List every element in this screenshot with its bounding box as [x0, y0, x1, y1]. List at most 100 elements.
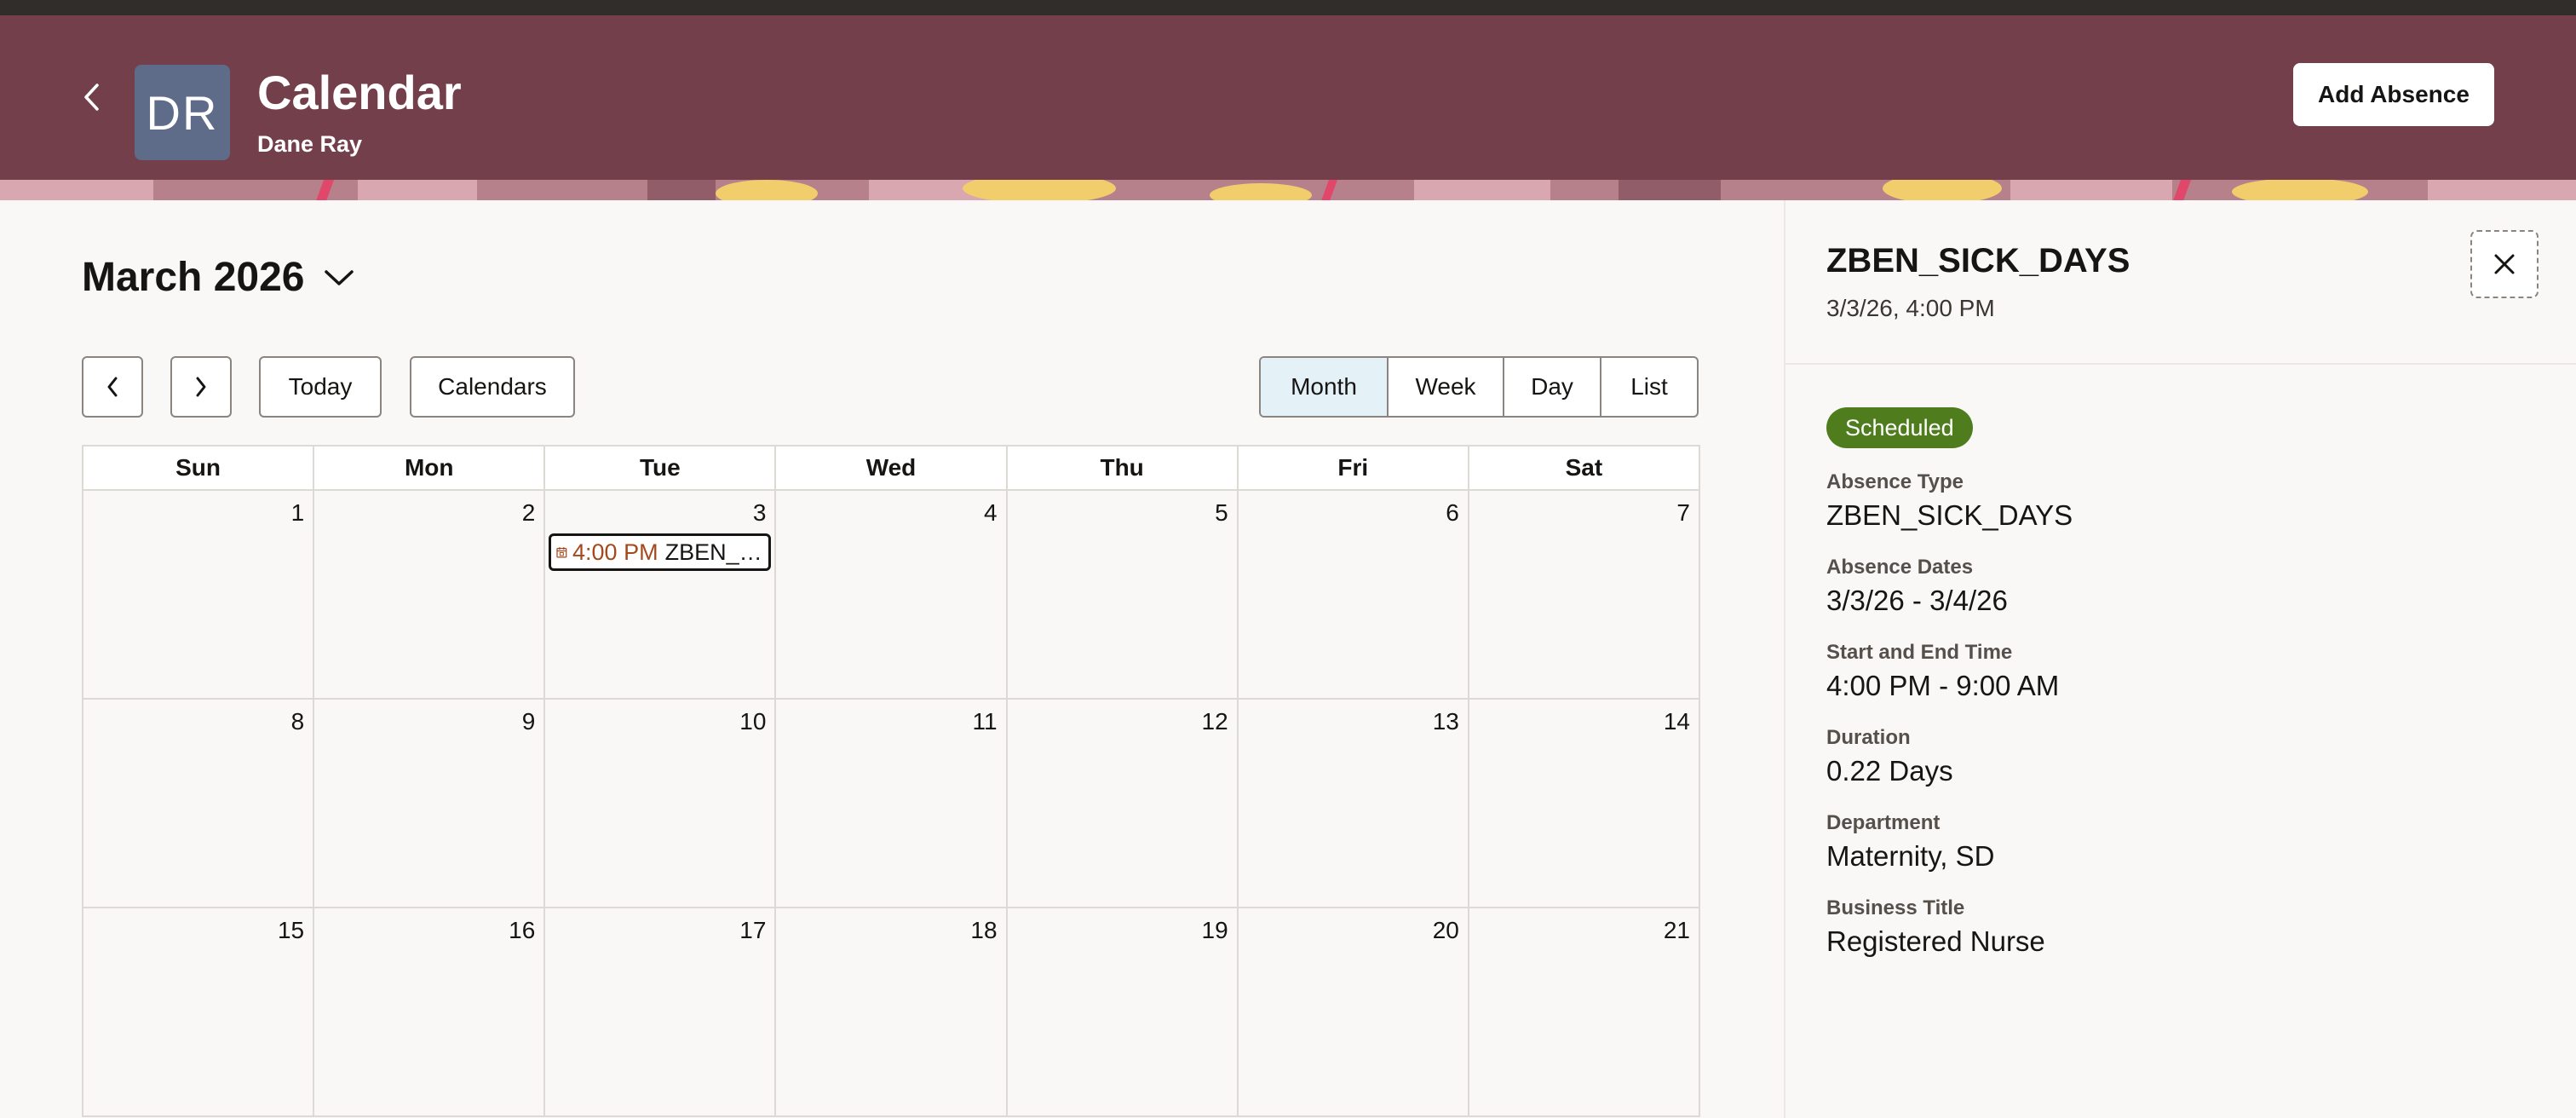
field-label: Absence Type [1826, 470, 1964, 493]
day-cell[interactable]: 2 [314, 491, 546, 700]
chevron-right-icon [196, 377, 206, 397]
top-strip [0, 0, 2576, 15]
day-cell[interactable]: 8 [83, 700, 315, 908]
today-button[interactable]: Today [259, 356, 382, 418]
day-cell[interactable]: 15 [83, 908, 315, 1117]
day-cell[interactable]: 12 [1007, 700, 1239, 908]
day-cell[interactable]: 9 [314, 700, 546, 908]
status-badge: Scheduled [1826, 407, 1973, 448]
day-cell[interactable]: 16 [314, 908, 546, 1117]
chevron-left-icon [84, 84, 99, 111]
next-month-button[interactable] [170, 356, 232, 418]
absence-type-field: Absence Type ZBEN_SICK_DAYS [1826, 470, 2073, 532]
close-detail-button[interactable] [2470, 230, 2539, 298]
event-title: ZBEN_SICK_DAYS [664, 539, 764, 565]
weekday-label: Wed [776, 447, 1008, 491]
page-title: Calendar [257, 66, 462, 119]
panel-separator [1785, 363, 2576, 365]
field-value: 4:00 PM - 9:00 AM [1826, 670, 2060, 701]
calendars-button[interactable]: Calendars [410, 356, 575, 418]
chevron-left-icon [107, 377, 118, 397]
detail-title: ZBEN_SICK_DAYS [1826, 242, 2130, 280]
day-number: 17 [739, 917, 767, 943]
field-value: Registered Nurse [1826, 925, 2045, 957]
week-row: 1 2 3 4:00 PM ZBEN_SICK_DAYS 4 5 6 7 [83, 491, 1700, 700]
weekday-header: Sun Mon Tue Wed Thu Fri Sat [83, 447, 1700, 491]
month-label: March 2026 [82, 255, 305, 300]
view-month-button[interactable]: Month [1261, 358, 1389, 416]
day-number: 14 [1663, 708, 1690, 735]
view-day-button[interactable]: Day [1503, 358, 1600, 416]
day-number: 7 [1676, 499, 1690, 526]
avatar: DR [135, 65, 230, 160]
day-cell[interactable]: 7 [1469, 491, 1700, 700]
weekday-label: Sat [1469, 447, 1700, 491]
field-value: 0.22 Days [1826, 755, 1953, 787]
day-cell[interactable]: 13 [1238, 700, 1469, 908]
day-cell[interactable]: 6 [1238, 491, 1469, 700]
day-number: 16 [509, 917, 536, 943]
day-cell[interactable]: 18 [776, 908, 1008, 1117]
page-header: DR Calendar Dane Ray Add Absence [0, 15, 2576, 180]
week-row: 8 9 10 11 12 13 14 [83, 700, 1700, 908]
weekday-label: Thu [1007, 447, 1239, 491]
day-number: 11 [972, 708, 998, 735]
weekday-label: Mon [314, 447, 546, 491]
day-cell[interactable]: 19 [1007, 908, 1239, 1117]
day-cell[interactable]: 17 [545, 908, 777, 1117]
calendar-event[interactable]: 4:00 PM ZBEN_SICK_DAYS [549, 533, 772, 571]
day-number: 18 [970, 917, 998, 943]
day-number: 12 [1201, 708, 1228, 735]
business-title-field: Business Title Registered Nurse [1826, 896, 2045, 958]
month-grid: Sun Mon Tue Wed Thu Fri Sat 1 2 3 4:00 P… [82, 445, 1700, 1117]
day-number: 1 [290, 499, 305, 526]
prev-month-button[interactable] [82, 356, 143, 418]
decorative-banner [0, 180, 2576, 200]
field-label: Absence Dates [1826, 556, 1974, 579]
day-number: 15 [277, 917, 305, 943]
add-absence-button[interactable]: Add Absence [2293, 63, 2494, 126]
day-number: 6 [1446, 499, 1459, 526]
field-value: ZBEN_SICK_DAYS [1826, 499, 2073, 531]
day-number: 2 [521, 499, 536, 526]
day-cell[interactable]: 11 [776, 700, 1008, 908]
day-cell[interactable]: 10 [545, 700, 777, 908]
chevron-down-icon [324, 269, 354, 285]
department-field: Department Maternity, SD [1826, 811, 1994, 873]
field-value: Maternity, SD [1826, 840, 1995, 872]
day-cell[interactable]: 4 [776, 491, 1008, 700]
month-selector[interactable]: March 2026 [82, 254, 354, 301]
absence-dates-field: Absence Dates 3/3/26 - 3/4/26 [1826, 556, 2008, 617]
event-time: 4:00 PM [572, 539, 658, 565]
day-number: 3 [752, 499, 767, 526]
page-subtitle: Dane Ray [257, 131, 363, 157]
field-label: Duration [1826, 726, 1911, 749]
panel-divider [1784, 200, 1785, 1118]
day-cell[interactable]: 21 [1469, 908, 1700, 1117]
weekday-label: Tue [545, 447, 777, 491]
view-list-button[interactable]: List [1600, 358, 1697, 416]
day-cell[interactable]: 1 [83, 491, 315, 700]
day-cell[interactable]: 5 [1007, 491, 1239, 700]
start-end-time-field: Start and End Time 4:00 PM - 9:00 AM [1826, 641, 2059, 702]
day-cell[interactable]: 14 [1469, 700, 1700, 908]
day-number: 4 [983, 499, 998, 526]
day-number: 19 [1201, 917, 1228, 943]
close-icon [2494, 254, 2515, 274]
detail-subtitle: 3/3/26, 4:00 PM [1826, 295, 1995, 321]
weekday-label: Fri [1238, 447, 1469, 491]
day-cell[interactable]: 3 4:00 PM ZBEN_SICK_DAYS [545, 491, 777, 700]
back-button[interactable] [72, 77, 112, 118]
weekday-label: Sun [83, 447, 315, 491]
day-number: 20 [1432, 917, 1459, 943]
day-cell[interactable]: 20 [1238, 908, 1469, 1117]
view-week-button[interactable]: Week [1389, 358, 1503, 416]
duration-field: Duration 0.22 Days [1826, 726, 1953, 787]
calendar-event-icon [556, 547, 567, 558]
field-value: 3/3/26 - 3/4/26 [1826, 585, 2008, 616]
view-switcher: Month Week Day List [1259, 356, 1699, 418]
day-number: 21 [1663, 917, 1690, 943]
field-label: Start and End Time [1826, 641, 2013, 664]
week-row: 15 16 17 18 19 20 21 [83, 908, 1700, 1117]
day-number: 9 [521, 708, 536, 735]
